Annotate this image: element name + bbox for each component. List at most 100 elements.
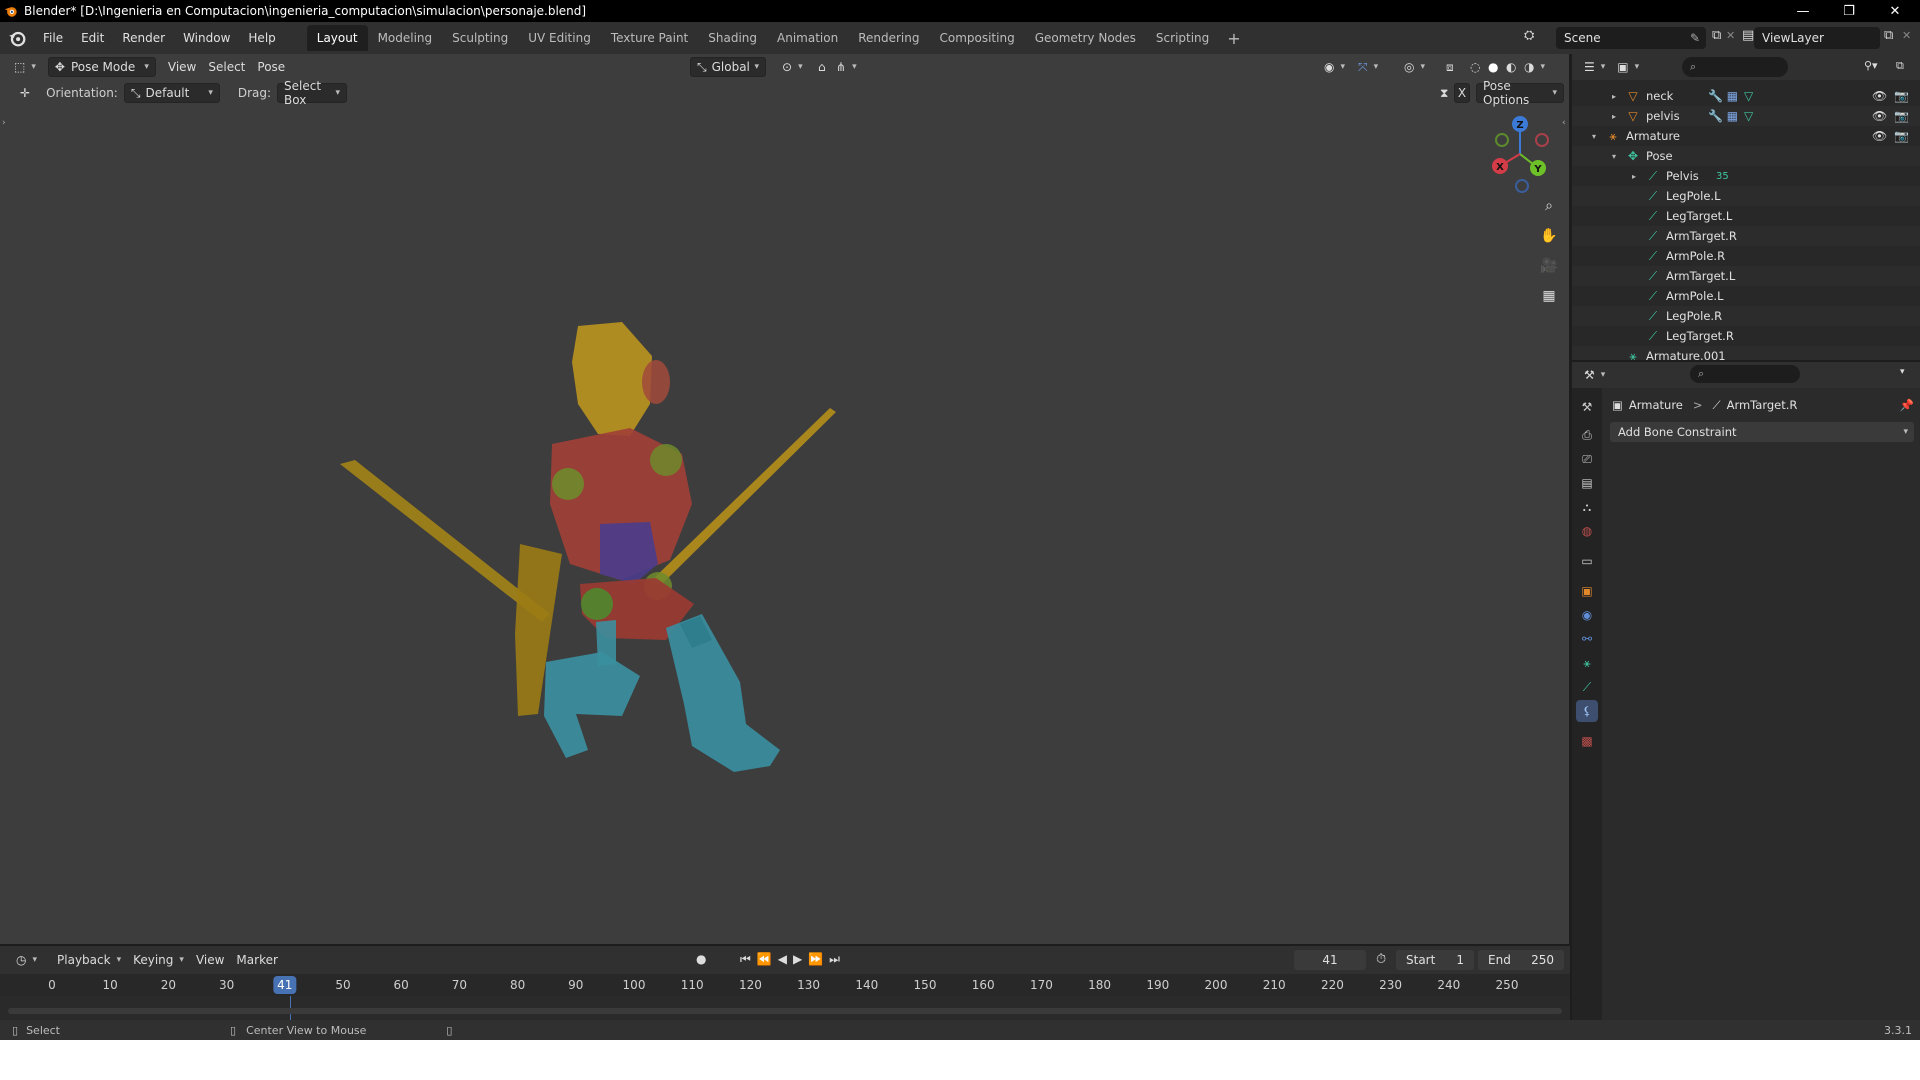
pan-hand-icon[interactable]: ✋ — [1536, 223, 1562, 249]
menu-keying[interactable]: Keying ▾ — [127, 950, 190, 970]
menu-select[interactable]: Select — [202, 57, 251, 77]
left-hip-joint[interactable] — [581, 588, 613, 620]
menu-timeline-view[interactable]: View — [190, 950, 230, 970]
sidebar-expand-icon[interactable]: ‹ — [1562, 118, 1566, 128]
output-tab-icon[interactable]: ⎚ — [1576, 448, 1598, 470]
xray-icon[interactable]: ⧈ — [1440, 57, 1460, 77]
current-frame-field[interactable]: 41 — [1294, 950, 1366, 970]
tab-sculpting[interactable]: Sculpting — [442, 25, 518, 51]
tab-shading[interactable]: Shading — [698, 25, 767, 51]
toolbar-expand-icon[interactable]: › — [2, 118, 6, 128]
preview-range-icon[interactable]: ⏱ — [1376, 952, 1386, 967]
pivot-icon[interactable]: ⊙ ▾ — [776, 57, 809, 77]
overlay-icon[interactable]: ◎ ▾ — [1398, 57, 1431, 77]
drag-dropdown[interactable]: Select Box ▾ — [277, 79, 348, 107]
tab-modeling[interactable]: Modeling — [368, 25, 443, 51]
outliner-row[interactable]: ⟋ ArmTarget.R — [1572, 226, 1920, 246]
timeline-editor-type-icon[interactable]: ◷ ▾ — [10, 950, 43, 970]
tab-animation[interactable]: Animation — [767, 25, 848, 51]
collapse-triangle-icon[interactable]: ▾ — [1592, 132, 1596, 141]
scene-selector[interactable]: Scene ✎ — [1556, 27, 1706, 49]
outliner-row[interactable]: ▸ ▽ pelvis 🔧 ▦ ▽ 👁 📷 — [1572, 106, 1920, 126]
tab-geometry-nodes[interactable]: Geometry Nodes — [1025, 25, 1146, 51]
delete-scene-icon[interactable]: ✕ — [1726, 29, 1735, 42]
head-mesh[interactable] — [572, 322, 652, 436]
armature-data-tab-icon[interactable]: ⚹ — [1576, 652, 1598, 674]
pin-icon[interactable]: ✎ — [1690, 31, 1700, 45]
transform-orientation-dropdown[interactable]: ⤡ Global ▾ — [690, 57, 766, 77]
bone-constraint-tab-icon[interactable]: ⚸ — [1576, 700, 1598, 722]
tab-scripting[interactable]: Scripting — [1146, 25, 1219, 51]
gizmo-toggle-icon[interactable]: ⤧ ▾ — [1352, 57, 1384, 77]
modifier-tab-icon[interactable]: ◉ — [1576, 604, 1598, 626]
display-mode-icon[interactable]: ▣ ▾ — [1611, 57, 1645, 77]
gizmo-neg-x[interactable] — [1535, 133, 1549, 147]
gizmo-neg-y[interactable] — [1495, 133, 1509, 147]
blender-menu-icon[interactable] — [8, 29, 26, 47]
outliner-row[interactable]: ⟋ ArmPole.R — [1572, 246, 1920, 266]
menu-view[interactable]: View — [162, 57, 202, 77]
visibility-icon[interactable]: ◉ ▾ — [1318, 57, 1351, 77]
timeline-ruler[interactable]: 0 10 20 30 41 50 60 70 80 90 100 110 120 130 140 150 160… — [0, 974, 1570, 996]
start-frame-field[interactable]: Start 1 — [1396, 950, 1474, 970]
modifier-icon[interactable]: 🔧 ▦ — [1708, 109, 1738, 123]
properties-options-icon[interactable]: ▾ — [1900, 367, 1905, 377]
scene-icon[interactable]: ⛭ — [1524, 28, 1534, 43]
orientation-dropdown[interactable]: ⤡ Default ▾ — [123, 83, 220, 103]
new-scene-icon[interactable]: ⧉ — [1712, 28, 1721, 43]
view-layer-icon[interactable]: ▤ — [1742, 28, 1754, 43]
properties-editor-type-icon[interactable]: ⚒ ▾ — [1578, 365, 1611, 385]
mirror-icon[interactable]: ⧗ — [1434, 83, 1454, 103]
end-frame-field[interactable]: End 250 — [1478, 950, 1564, 970]
render-visibility-icon[interactable]: 📷 — [1894, 129, 1909, 143]
mesh-data-icon[interactable]: ▽ — [1744, 89, 1753, 103]
texture-tab-icon[interactable]: ▩ — [1576, 730, 1598, 752]
mesh-data-icon[interactable]: ▽ — [1744, 109, 1753, 123]
left-shin-mesh[interactable] — [544, 652, 640, 758]
expand-triangle-icon[interactable]: ▸ — [1612, 92, 1616, 101]
3d-viewport[interactable]: ⬚ ▾ ✥ Pose Mode ▾ View Select Pose ⤡ Glob… — [0, 54, 1570, 944]
outliner-search-input[interactable]: ⌕ — [1682, 57, 1788, 77]
menu-pose[interactable]: Pose — [251, 57, 291, 77]
outliner-row[interactable]: ⟋ LegPole.R — [1572, 306, 1920, 326]
outliner-row[interactable]: ⟋ LegPole.L — [1572, 186, 1920, 206]
snap-target-icon[interactable]: ⋔ ▾ — [830, 57, 863, 77]
delete-view-layer-icon[interactable]: ✕ — [1902, 29, 1911, 42]
menu-file[interactable]: File — [34, 27, 72, 49]
pelvis-mesh[interactable] — [600, 522, 658, 584]
collection-tab-icon[interactable]: ▭ — [1576, 550, 1598, 572]
object-constraint-tab-icon[interactable]: ⚯ — [1576, 628, 1598, 650]
add-workspace-button[interactable]: + — [1219, 29, 1248, 48]
pose-options-dropdown[interactable]: Pose Options ▾ — [1476, 79, 1564, 107]
gizmo-neg-z[interactable] — [1515, 179, 1529, 193]
editor-type-icon[interactable]: ⬚ ▾ — [8, 57, 42, 77]
mode-dropdown[interactable]: ✥ Pose Mode ▾ — [47, 57, 156, 77]
record-icon[interactable]: ● — [696, 952, 706, 966]
menu-window[interactable]: Window — [174, 27, 239, 49]
visibility-eye-icon[interactable]: 👁 — [1872, 129, 1887, 143]
snap-icon[interactable]: ⌂ — [812, 57, 832, 77]
render-visibility-icon[interactable]: 📷 — [1894, 109, 1909, 123]
close-button[interactable]: ✕ — [1872, 0, 1918, 22]
scene-tab-icon[interactable]: ⛬ — [1576, 496, 1598, 518]
tab-layout[interactable]: Layout — [306, 25, 368, 51]
view-layer-selector[interactable]: ViewLayer — [1754, 27, 1880, 49]
bone-tab-icon[interactable]: ⟋ — [1576, 676, 1598, 698]
pin-icon[interactable]: 📌 — [1900, 398, 1914, 412]
minimize-button[interactable]: — — [1780, 0, 1826, 22]
menu-render[interactable]: Render — [113, 27, 174, 49]
navigation-gizmo[interactable]: Z Y X — [1480, 114, 1560, 194]
tab-rendering[interactable]: Rendering — [848, 25, 929, 51]
perspective-grid-icon[interactable]: ▦ — [1536, 283, 1562, 309]
right-shoulder-joint[interactable] — [650, 444, 682, 476]
modifier-icon[interactable]: 🔧 ▦ — [1708, 89, 1738, 103]
menu-help[interactable]: Help — [239, 27, 284, 49]
character-model[interactable] — [300, 284, 860, 804]
outliner-editor-type-icon[interactable]: ☰ ▾ — [1578, 57, 1611, 77]
move-tool-icon[interactable]: ✛ — [14, 83, 36, 103]
playback-controls[interactable]: ⏮⏪◀▶⏩⏭ — [740, 952, 846, 967]
outliner-row[interactable]: ▸ ▽ neck 🔧 ▦ ▽ 👁 📷 — [1572, 86, 1920, 106]
outliner-row[interactable]: ▾ ✥ Pose — [1572, 146, 1920, 166]
outliner-row[interactable]: ⟋ ArmTarget.L — [1572, 266, 1920, 286]
new-view-layer-icon[interactable]: ⧉ — [1884, 28, 1893, 43]
